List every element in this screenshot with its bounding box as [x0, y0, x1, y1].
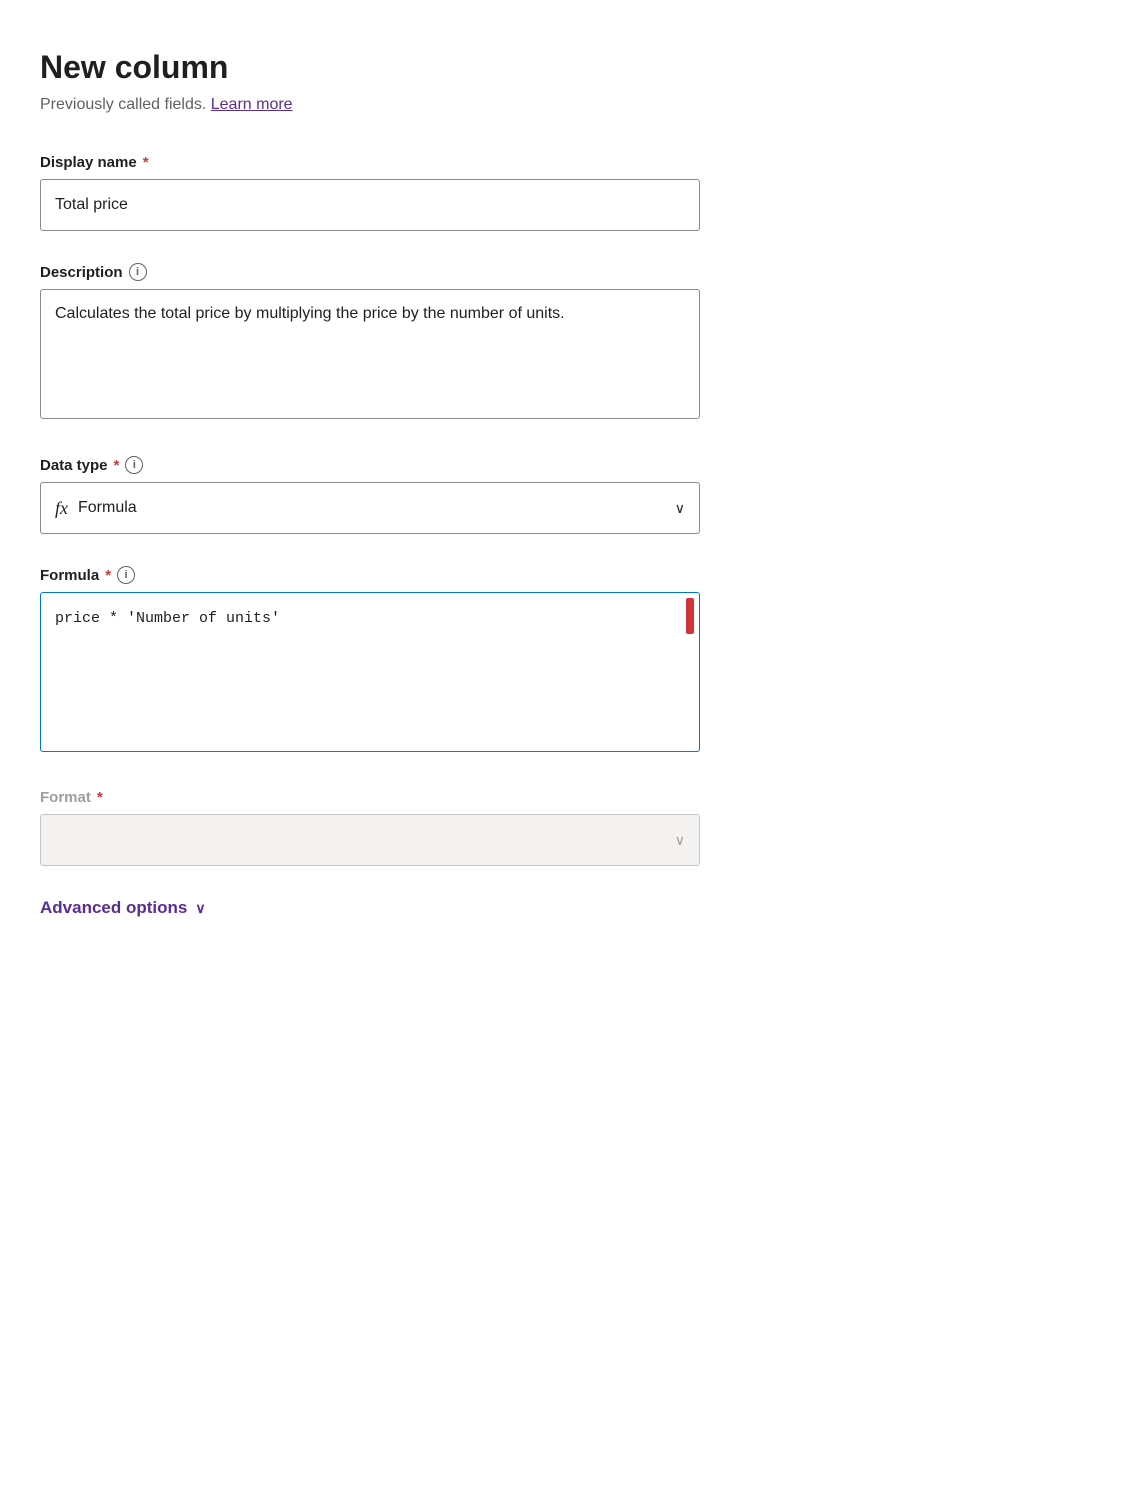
data-type-label: Data type * i: [40, 456, 1100, 474]
data-type-info-icon: i: [125, 456, 143, 474]
format-chevron-icon: ∨: [675, 832, 685, 849]
learn-more-link[interactable]: Learn more: [211, 96, 293, 113]
formula-fx-icon: fx: [55, 498, 68, 519]
formula-input[interactable]: price * 'Number of units': [40, 592, 700, 752]
format-select: ∨: [40, 814, 700, 866]
formula-required: *: [105, 567, 111, 584]
formula-label: Formula * i: [40, 566, 1100, 584]
formula-wrapper: price * 'Number of units': [40, 592, 700, 757]
display-name-required: *: [143, 154, 149, 171]
data-type-value: Formula: [78, 499, 675, 517]
description-info-icon: i: [129, 263, 147, 281]
description-label: Description i: [40, 263, 1100, 281]
display-name-group: Display name *: [40, 154, 1100, 231]
formula-error-indicator: [686, 598, 694, 634]
advanced-options-button[interactable]: Advanced options ∨: [40, 898, 206, 918]
data-type-required: *: [114, 457, 120, 474]
format-required: *: [97, 789, 103, 806]
formula-group: Formula * i price * 'Number of units': [40, 566, 1100, 757]
data-type-group: Data type * i fx Formula ∨: [40, 456, 1100, 534]
advanced-options-section: Advanced options ∨: [40, 898, 1100, 918]
advanced-options-chevron-icon: ∨: [195, 900, 205, 917]
data-type-select[interactable]: fx Formula ∨: [40, 482, 700, 534]
display-name-input[interactable]: [40, 179, 700, 231]
display-name-label: Display name *: [40, 154, 1100, 171]
format-group: Format * ∨: [40, 789, 1100, 866]
description-group: Description i Calculates the total price…: [40, 263, 1100, 424]
description-input[interactable]: Calculates the total price by multiplyin…: [40, 289, 700, 419]
page-title: New column: [40, 48, 1100, 86]
page-subtitle: Previously called fields. Learn more: [40, 96, 1100, 114]
data-type-chevron-icon: ∨: [675, 500, 685, 517]
format-label: Format *: [40, 789, 1100, 806]
formula-info-icon: i: [117, 566, 135, 584]
